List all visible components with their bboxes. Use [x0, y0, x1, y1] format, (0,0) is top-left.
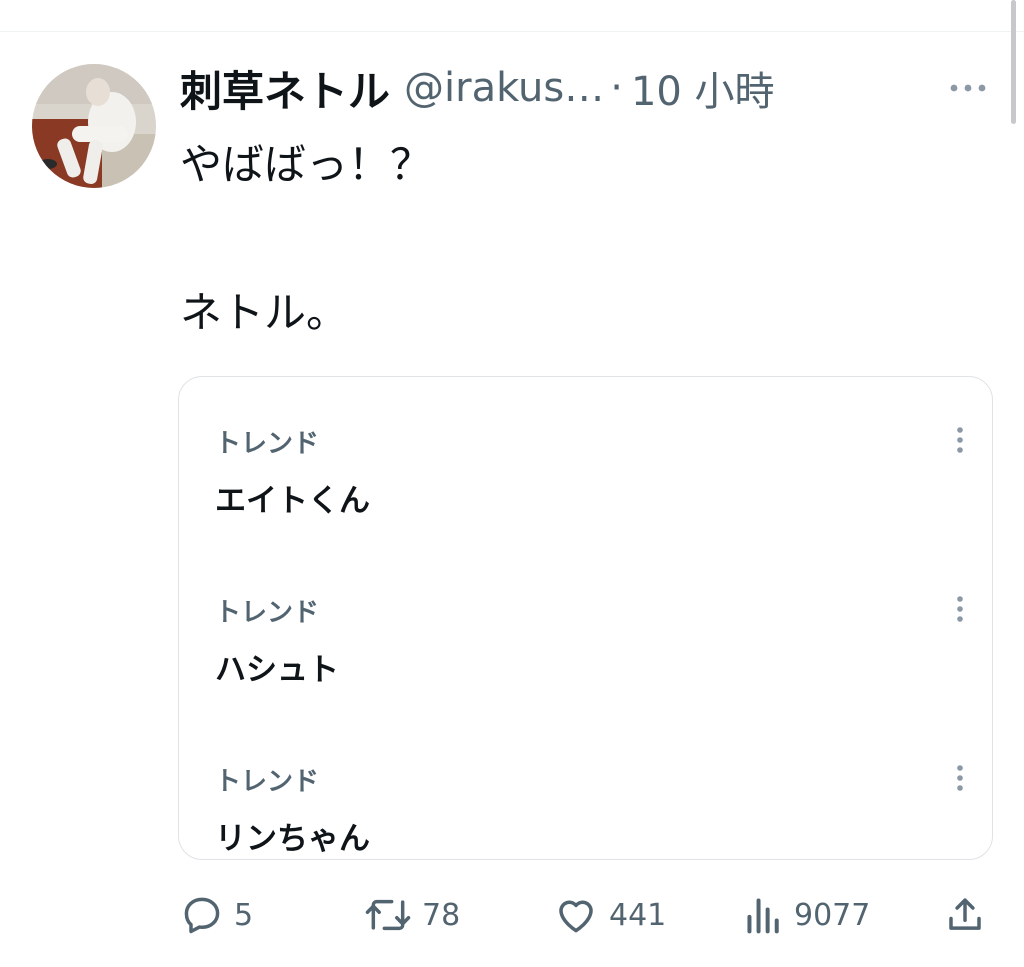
trend-name: エイトくん	[215, 483, 370, 519]
tweet-text-line-2: ネトル。	[180, 288, 349, 337]
share-button[interactable]	[944, 890, 986, 940]
reply-count: 5	[234, 897, 254, 933]
user-handle[interactable]: @irakus…	[404, 65, 604, 111]
trend-label: トレンド	[215, 767, 320, 797]
tweet-header: 刺草ネトル @irakus… · 10 小時	[180, 58, 775, 118]
like-button[interactable]: 441	[553, 890, 666, 940]
tweet-text-line-1: やばばっ！？	[180, 140, 433, 189]
views-button[interactable]: 9077	[744, 890, 870, 940]
views-icon	[747, 898, 779, 934]
more-vertical-icon[interactable]	[945, 761, 975, 801]
trend-item[interactable]: トレンド リンちゃん	[215, 761, 975, 859]
reply-icon	[184, 897, 220, 934]
more-vertical-icon[interactable]	[945, 592, 975, 632]
header-separator: ·	[610, 65, 623, 111]
trend-item[interactable]: トレンド エイトくん	[215, 423, 975, 523]
like-count: 441	[609, 897, 667, 933]
view-count: 9077	[794, 897, 871, 933]
tweet-action-bar: 5 78 441 9077	[0, 890, 1024, 940]
more-horizontal-icon[interactable]	[944, 72, 992, 104]
timestamp[interactable]: 10 小時	[631, 59, 775, 117]
trend-label: トレンド	[215, 429, 320, 459]
more-vertical-icon[interactable]	[945, 423, 975, 463]
trend-name: リンちゃん	[215, 821, 370, 857]
tweet-detail: 刺草ネトル @irakus… · 10 小時 やばばっ！？ ネトル。 トレンド …	[0, 0, 1024, 967]
scrollbar[interactable]	[1011, 0, 1016, 124]
trend-item[interactable]: トレンド ハシュト	[215, 592, 975, 692]
retweet-icon	[365, 899, 411, 931]
share-icon	[949, 898, 981, 930]
trend-name: ハシュト	[215, 652, 339, 688]
retweet-button[interactable]: 78	[364, 890, 460, 940]
top-divider	[0, 31, 1024, 32]
avatar[interactable]	[32, 64, 156, 188]
embedded-trends-card[interactable]: トレンド エイトくん トレンド ハシュト トレンド リンちゃん	[178, 376, 993, 860]
avatar-image	[32, 64, 156, 188]
display-name[interactable]: 刺草ネトル	[180, 58, 390, 119]
heart-icon	[559, 900, 593, 933]
retweet-count: 78	[422, 897, 461, 933]
trend-label: トレンド	[215, 598, 320, 628]
reply-button[interactable]: 5	[180, 890, 253, 940]
